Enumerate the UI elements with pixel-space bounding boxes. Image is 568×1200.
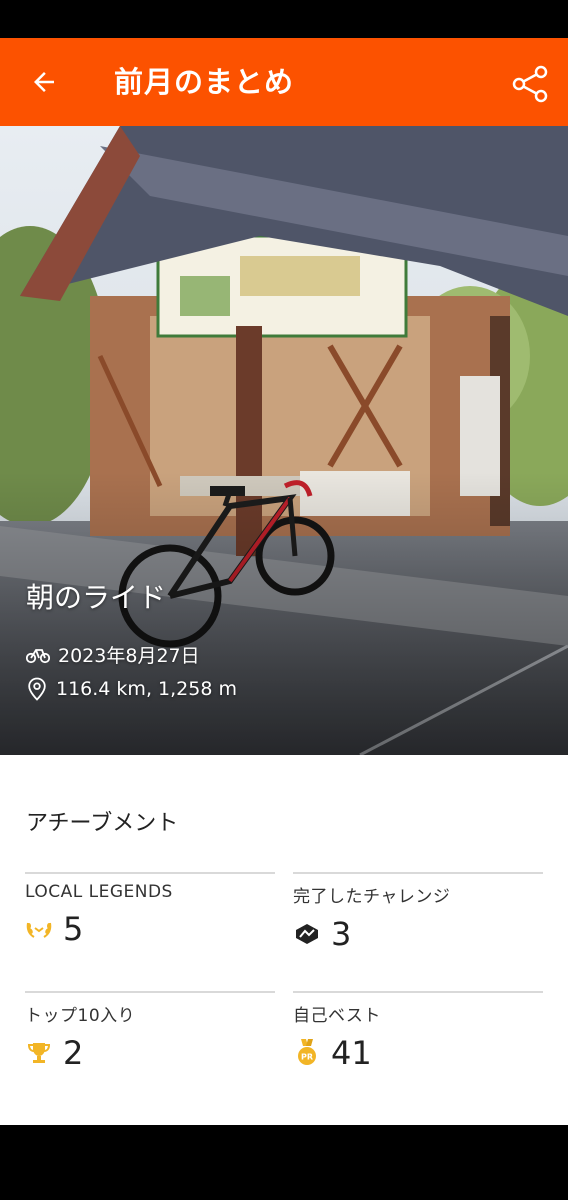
stat-local-legends[interactable]: LOCAL LEGENDS 5 — [25, 872, 275, 948]
stat-value: 2 — [63, 1034, 84, 1072]
laurel-icon — [25, 915, 53, 943]
activity-name: 朝のライド — [26, 581, 167, 614]
page-title: 前月のまとめ — [114, 65, 295, 99]
svg-text:PR: PR — [301, 1053, 313, 1062]
stat-label: 自己ベスト — [293, 1006, 381, 1026]
back-button[interactable] — [22, 60, 66, 104]
navigation-bar — [0, 1125, 568, 1200]
activity-distance: 116.4 km, 1,258 m — [56, 678, 237, 700]
stat-label: 完了したチャレンジ — [293, 887, 451, 907]
status-bar — [0, 0, 568, 38]
stat-label: LOCAL LEGENDS — [25, 882, 173, 902]
share-button[interactable] — [506, 60, 554, 108]
achievements-title: アチーブメント — [26, 811, 179, 836]
stat-top-ten[interactable]: トップ10入り 2 — [25, 991, 275, 1072]
share-icon — [512, 65, 548, 103]
stat-value: 5 — [63, 910, 84, 948]
stat-label: トップ10入り — [25, 1006, 136, 1026]
pr-medal-icon: PR — [293, 1039, 321, 1067]
activity-date: 2023年8月27日 — [58, 645, 200, 667]
activity-photo[interactable]: 朝のライド 2023年8月27日 116.4 km, 1,258 m — [0, 126, 568, 755]
location-pin-icon — [28, 677, 46, 701]
trophy-icon — [25, 1039, 53, 1067]
stat-value: 41 — [331, 1034, 372, 1072]
arrow-left-icon — [34, 72, 54, 92]
stat-personal-records[interactable]: 自己ベスト PR 41 — [293, 991, 543, 1072]
bicycle-icon — [26, 648, 50, 663]
stat-completed-challenges[interactable]: 完了したチャレンジ 3 — [293, 872, 543, 953]
challenge-badge-icon — [293, 920, 321, 948]
app-bar: 前月のまとめ — [0, 38, 568, 126]
stat-value: 3 — [331, 915, 352, 953]
activity-distance-row: 116.4 km, 1,258 m — [26, 677, 237, 701]
activity-date-row: 2023年8月27日 — [26, 641, 200, 668]
achievements-section: アチーブメント LOCAL LEGENDS 5 完了したチャレンジ 3 トップ1… — [0, 755, 568, 1125]
